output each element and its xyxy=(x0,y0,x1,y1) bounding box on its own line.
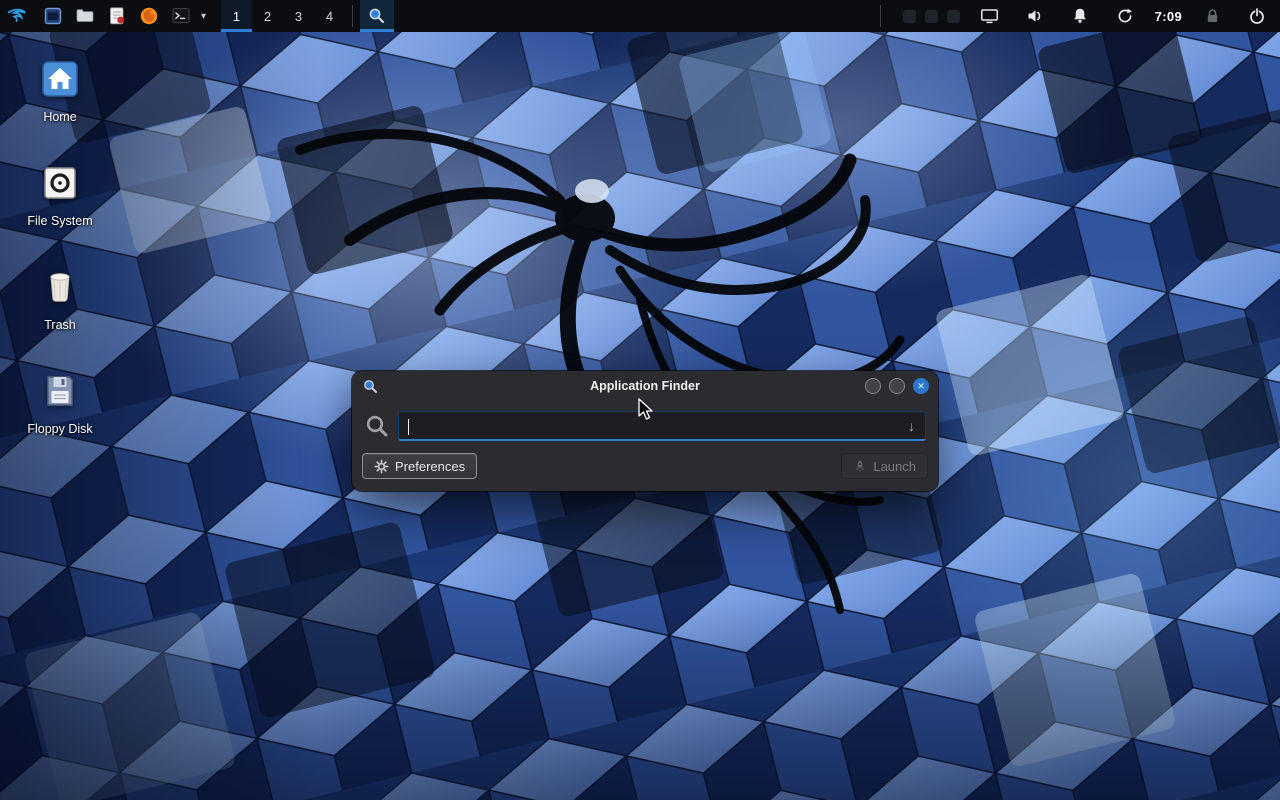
volume-icon[interactable] xyxy=(1020,0,1050,32)
desktop-icon-label: Home xyxy=(18,110,102,124)
workspace-1[interactable]: 1 xyxy=(221,0,252,32)
launch-button[interactable]: Launch xyxy=(841,453,928,479)
search-icon xyxy=(365,414,389,438)
application-finder-icon xyxy=(368,7,386,25)
desktop-icon-file-system[interactable]: File System xyxy=(18,162,102,228)
desktop-root: ▾ 1 2 3 4 xyxy=(0,0,1280,800)
tray-separator xyxy=(880,5,881,27)
text-caret xyxy=(408,419,409,435)
workspace-3[interactable]: 3 xyxy=(283,0,314,32)
workspace-4[interactable]: 4 xyxy=(314,0,345,32)
notifications-icon[interactable] xyxy=(1065,0,1095,32)
tray-icon[interactable] xyxy=(947,10,960,23)
file-system-icon xyxy=(39,162,81,204)
preferences-button[interactable]: Preferences xyxy=(362,453,477,479)
software-update-icon[interactable] xyxy=(1110,0,1140,32)
file-manager-icon[interactable] xyxy=(38,0,68,32)
trash-icon xyxy=(39,266,81,308)
desktop-icon-home[interactable]: Home xyxy=(18,58,102,124)
system-tray xyxy=(903,10,960,23)
lock-screen-icon[interactable] xyxy=(1197,0,1227,32)
application-finder-window: Application Finder ✕ ↓ xyxy=(352,371,938,491)
entry-dropdown-arrow-icon[interactable]: ↓ xyxy=(906,418,917,434)
dialog-button-row: Preferences Launch xyxy=(352,445,938,479)
desktop-icon-floppy-disk[interactable]: Floppy Disk xyxy=(18,370,102,436)
search-input[interactable] xyxy=(407,418,906,433)
titlebar[interactable]: Application Finder ✕ xyxy=(352,371,938,401)
clock[interactable]: 7:09 xyxy=(1155,9,1182,24)
close-button[interactable]: ✕ xyxy=(913,378,929,394)
workspace-2[interactable]: 2 xyxy=(252,0,283,32)
terminal-icon[interactable] xyxy=(166,0,196,32)
panel-launchers: ▾ xyxy=(38,0,209,32)
home-folder-icon xyxy=(39,58,81,100)
desktop-icon-label: Floppy Disk xyxy=(18,422,102,436)
launch-rocket-icon xyxy=(853,459,867,474)
terminal-dropdown-chevron-icon[interactable]: ▾ xyxy=(198,11,209,22)
firefox-icon[interactable] xyxy=(134,0,164,32)
top-panel: ▾ 1 2 3 4 xyxy=(0,0,1280,32)
panel-status-area: 7:09 xyxy=(873,0,1272,32)
launch-label: Launch xyxy=(873,459,916,474)
window-title: Application Finder xyxy=(352,379,938,393)
search-entry: ↓ xyxy=(398,411,926,441)
gear-icon xyxy=(374,459,389,474)
taskbar-application-finder[interactable] xyxy=(360,0,394,32)
search-row: ↓ xyxy=(352,401,938,445)
maximize-button[interactable] xyxy=(889,378,905,394)
preferences-label: Preferences xyxy=(395,459,465,474)
kali-menu-icon[interactable] xyxy=(2,0,32,32)
power-icon[interactable] xyxy=(1242,0,1272,32)
window-controls: ✕ xyxy=(865,378,929,394)
display-icon[interactable] xyxy=(975,0,1005,32)
desktop-icon-label: Trash xyxy=(18,318,102,332)
tray-icon[interactable] xyxy=(925,10,938,23)
folder-icon[interactable] xyxy=(70,0,100,32)
tray-icon[interactable] xyxy=(903,10,916,23)
floppy-disk-icon xyxy=(39,370,81,412)
minimize-button[interactable] xyxy=(865,378,881,394)
workspace-switcher: 1 2 3 4 xyxy=(221,0,345,32)
desktop-icon-trash[interactable]: Trash xyxy=(18,266,102,332)
text-editor-icon[interactable] xyxy=(102,0,132,32)
panel-separator xyxy=(352,5,353,27)
desktop-icon-label: File System xyxy=(18,214,102,228)
window-icon xyxy=(363,379,378,394)
